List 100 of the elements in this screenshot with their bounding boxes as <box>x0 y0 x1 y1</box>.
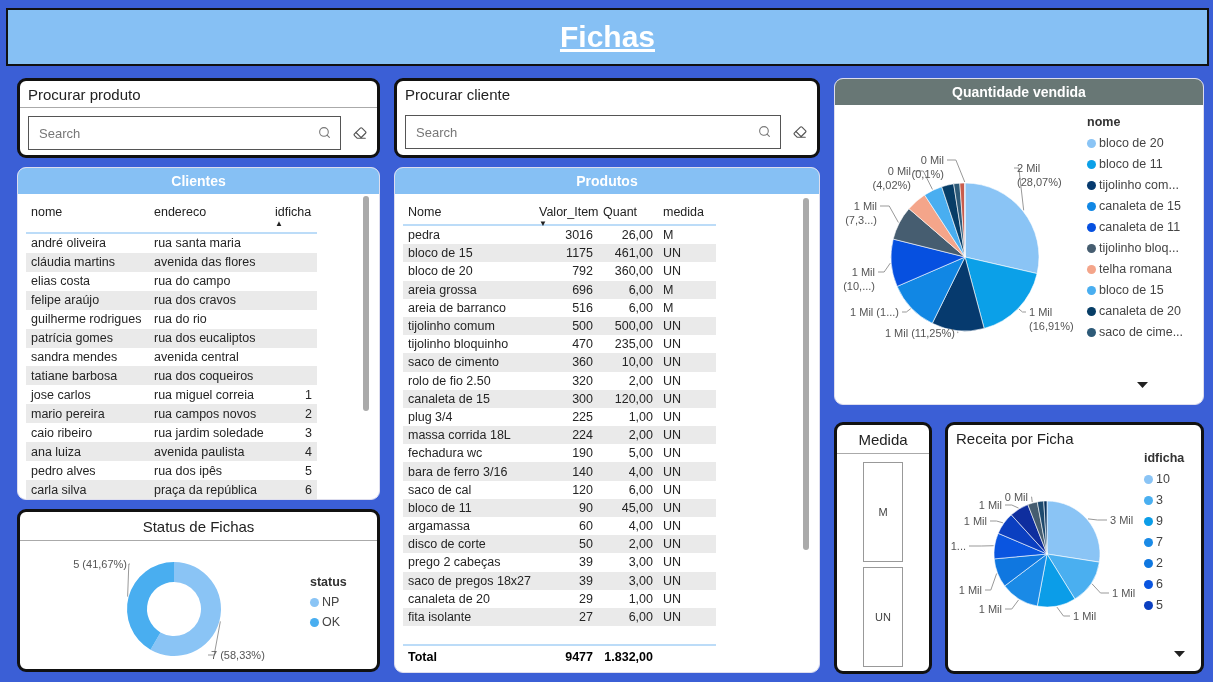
leader-line <box>957 331 959 334</box>
table-cell-text: patrícia gomes <box>30 331 114 346</box>
legend-label[interactable]: telha romana <box>1099 262 1172 276</box>
legend-label[interactable]: tijolinho com... <box>1099 178 1179 192</box>
eraser-icon[interactable] <box>353 126 367 140</box>
table-cell-text: 5 <box>304 463 313 478</box>
table-cell-text: UN <box>662 555 683 570</box>
sort-caret-icon[interactable]: ▼ <box>539 219 547 228</box>
legend-label[interactable]: saco de cime... <box>1099 325 1184 339</box>
table-cell-text: 360 <box>571 355 594 370</box>
pie-slice[interactable] <box>993 553 1048 587</box>
panel-title: Receita por Ficha <box>955 429 1075 449</box>
column-header[interactable]: endereco <box>154 205 207 219</box>
table-cell-text: canaleta de 20 <box>407 591 491 606</box>
table-cell-text: pedra <box>407 228 441 243</box>
table-cell-text: UN <box>662 409 683 424</box>
legend-label[interactable]: 5 <box>1156 598 1163 612</box>
legend-label[interactable]: 7 <box>1156 535 1163 549</box>
table-cell-text: 225 <box>571 409 594 424</box>
pie-slice[interactable] <box>997 514 1048 555</box>
sort-caret-icon[interactable]: ▲ <box>275 219 283 228</box>
search-field[interactable]: Search <box>405 115 781 149</box>
table-cell-text: sandra mendes <box>30 350 119 364</box>
table-cell-text: M <box>662 282 675 297</box>
column-header[interactable]: Nome <box>408 205 442 219</box>
table-cell-text: 500,00 <box>613 319 654 334</box>
legend-label[interactable]: tijolinho bloq... <box>1099 241 1179 255</box>
legend-label[interactable]: 9 <box>1156 514 1163 528</box>
data-label: 1 Mil (10,...) <box>843 266 875 292</box>
slicer-tile[interactable]: UN <box>863 567 903 667</box>
down-caret-icon[interactable] <box>1137 382 1148 388</box>
table-cell-text: saco de pregos 18x27 <box>407 573 532 588</box>
table-cell-text: pedro alves <box>30 463 97 478</box>
legend-label[interactable]: canaleta de 11 <box>1099 220 1181 234</box>
table-cell-text: andré oliveira <box>30 236 108 251</box>
table-cell-text: 6,00 <box>627 300 654 315</box>
table-cell-text: UN <box>662 500 683 515</box>
table-cell-text: 1,00 <box>627 591 654 606</box>
column-header[interactable]: idficha <box>275 205 312 219</box>
table-cell-text: 1175 <box>565 246 594 261</box>
pie-slice[interactable] <box>1043 500 1048 555</box>
data-label: 1... <box>950 540 966 552</box>
pie-slice[interactable] <box>890 238 966 287</box>
legend-label[interactable]: 10 <box>1156 472 1170 486</box>
leader-line <box>1030 496 1033 503</box>
search-field[interactable]: Search <box>28 116 341 150</box>
data-label: 1 Mil <box>978 603 1002 615</box>
column-header[interactable]: Valor_Item <box>539 205 599 219</box>
table-cell-text: 6 <box>304 482 313 497</box>
scrollbar[interactable] <box>803 198 809 550</box>
legend-label[interactable]: 3 <box>1156 493 1163 507</box>
table-cell-text: rua dos coqueiros <box>153 368 255 383</box>
table-cell-text: areia grossa <box>407 282 478 297</box>
legend-label[interactable]: 2 <box>1156 556 1163 570</box>
table-cell-text: rua campos novos <box>153 406 258 421</box>
table-cell-text: 190 <box>571 446 594 461</box>
slicer-tile[interactable]: M <box>863 462 903 562</box>
table-cell-text: UN <box>662 337 683 352</box>
table-cell-text: UN <box>662 573 683 588</box>
legend-label[interactable]: bloco de 15 <box>1099 283 1164 297</box>
eraser-icon[interactable] <box>793 125 807 139</box>
data-label: 1 Mil (11,25%) <box>884 327 955 339</box>
panel-title: Procurar produto <box>20 81 377 108</box>
leader-line <box>879 205 899 223</box>
table-cell-text: rua dos ipês <box>153 463 224 478</box>
column-header[interactable]: nome <box>31 205 63 219</box>
pie-slice[interactable] <box>993 533 1048 560</box>
column-header[interactable]: Quant <box>603 205 638 219</box>
data-label: 1 Mil <box>1073 610 1097 622</box>
pie-slice[interactable] <box>892 208 966 258</box>
table-cell-text: bloco de 15 <box>407 246 474 261</box>
pie-slice[interactable] <box>1004 553 1048 607</box>
legend-label[interactable]: canaleta de 20 <box>1099 304 1181 318</box>
legend-label[interactable]: canaleta de 15 <box>1099 199 1181 213</box>
table-cell-text: prego 2 cabeças <box>407 555 502 570</box>
table-cell-text: UN <box>662 591 683 606</box>
pie-slice[interactable] <box>924 186 966 258</box>
down-caret-icon[interactable] <box>1174 651 1185 657</box>
column-header[interactable]: medida <box>663 205 704 219</box>
search-icon <box>318 126 331 139</box>
table-cell-text: 2 <box>304 406 313 421</box>
data-label: 1 Mil (1...) <box>850 306 899 318</box>
legend-label[interactable]: bloco de 20 <box>1099 136 1164 150</box>
table-cell-text: UN <box>662 373 683 388</box>
pie-slice[interactable] <box>1011 504 1048 555</box>
scrollbar[interactable] <box>363 196 369 411</box>
table-cell-text: caio ribeiro <box>30 425 94 440</box>
table-cell-text: elias costa <box>30 274 92 289</box>
table-cell-text: UN <box>662 319 683 334</box>
table-cell-text: UN <box>662 391 683 406</box>
pie-slice[interactable] <box>1027 501 1048 555</box>
pie-slice[interactable] <box>908 194 966 258</box>
legend-label[interactable]: OK <box>322 615 341 629</box>
legend-label[interactable]: bloco de 11 <box>1099 157 1163 171</box>
legend-label[interactable]: 6 <box>1156 577 1163 591</box>
legend-label[interactable]: NP <box>322 595 340 609</box>
pie-slice[interactable] <box>941 183 966 258</box>
table-cell-text: 29 <box>578 591 594 606</box>
leader-line <box>1091 583 1110 594</box>
data-label: 5 (41,67%) <box>73 558 127 570</box>
